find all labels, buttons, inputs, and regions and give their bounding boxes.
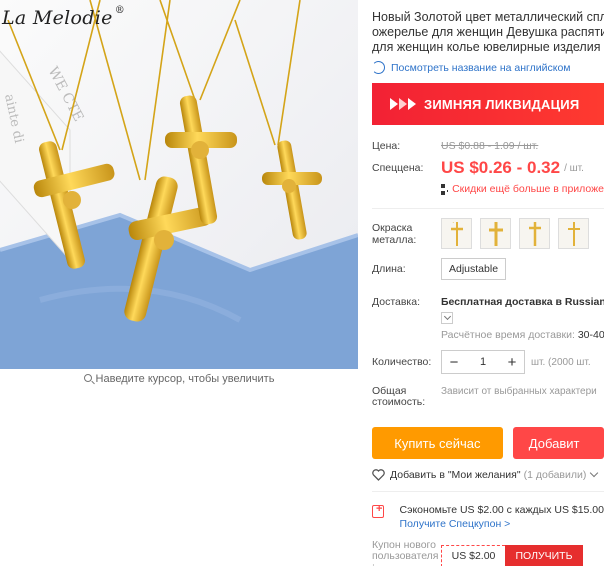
- qr-code-icon: [441, 183, 448, 195]
- zoom-hint: Наведите курсор, чтобы увеличить: [0, 373, 358, 385]
- product-photo: WE CTE ainte di: [0, 0, 358, 369]
- quantity-label: Количество:: [372, 356, 432, 368]
- wishlist-count: (1 добавили): [523, 469, 587, 481]
- original-price: US $0.88 - 1.09 / шт.: [441, 140, 539, 152]
- length-label: Длина:: [372, 263, 406, 275]
- shipping-method: Бесплатная доставка в Russian F: [441, 296, 604, 308]
- savings-text: Сэкономьте US $2.00 с каждых US $15.00: [399, 504, 604, 516]
- divider: [372, 491, 604, 492]
- quantity-input[interactable]: 1: [466, 356, 500, 368]
- color-swatch-4[interactable]: [558, 218, 589, 249]
- product-title: Новый Золотой цвет металлический спл оже…: [372, 10, 604, 54]
- add-to-wishlist-link[interactable]: Добавить в "Мои желания" (1 добавили): [372, 468, 604, 481]
- shipping-dropdown-chevron-icon[interactable]: [441, 312, 453, 324]
- quantity-increase-button[interactable]: +: [500, 354, 524, 371]
- translate-title-link[interactable]: Посмотреть название на английском: [372, 61, 604, 74]
- heart-icon: [372, 469, 385, 481]
- add-to-cart-button[interactable]: Добавит: [512, 427, 604, 459]
- total-price-value: Зависит от выбранных характери: [441, 386, 597, 397]
- length-option-adjustable[interactable]: Adjustable: [441, 258, 507, 280]
- total-price-label: Общая стоимость:: [372, 385, 426, 408]
- price-label: Цена:: [372, 140, 401, 152]
- buy-now-button[interactable]: Купить сейчас: [372, 427, 503, 459]
- new-user-coupon-label: Купон новогопользователя:: [372, 539, 439, 566]
- promo-banner-text: ЗИМНЯЯ ЛИКВИДАЦИЯ: [424, 96, 580, 112]
- color-swatch-2[interactable]: [480, 218, 511, 249]
- brand-logo: La Melodie ®: [2, 5, 125, 29]
- shipping-label: Доставка:: [372, 296, 421, 308]
- get-coupon-button[interactable]: ПОЛУЧИТЬ: [505, 545, 583, 566]
- divider: [372, 208, 604, 209]
- color-swatch-3[interactable]: [519, 218, 550, 249]
- sale-price: US $0.26 - 0.32: [441, 158, 561, 177]
- app-discount-link[interactable]: Скидки ещё больше в приложе: [441, 183, 604, 195]
- product-info-panel: Новый Золотой цвет металлический спл оже…: [372, 0, 604, 566]
- translate-icon: [372, 61, 385, 74]
- sale-price-label: Спеццена:: [372, 162, 424, 174]
- coupon-amount: US $2.00: [441, 545, 505, 566]
- shipping-time: Расчётное время доставки: 30-40: [441, 329, 604, 341]
- metal-color-label: Окраска металла:: [372, 222, 417, 246]
- price-unit: / шт.: [564, 162, 584, 174]
- color-swatch-1[interactable]: [441, 218, 472, 249]
- magnifier-icon: [83, 374, 92, 382]
- quantity-stepper: − 1 +: [441, 350, 525, 374]
- chevron-down-icon[interactable]: [590, 468, 599, 478]
- sale-arrows-icon: [390, 98, 416, 110]
- get-coupon-link[interactable]: Получите Спецкупон >: [400, 518, 604, 530]
- new-user-coupon: US $2.00 ПОЛУЧИТЬ: [441, 545, 583, 566]
- color-swatches: [441, 218, 589, 249]
- quantity-decrease-button[interactable]: −: [442, 354, 466, 371]
- product-main-image[interactable]: WE CTE ainte di La Melodie ®: [0, 0, 358, 369]
- coupon-icon: [372, 503, 384, 518]
- promo-banner[interactable]: ЗИМНЯЯ ЛИКВИДАЦИЯ: [372, 83, 604, 125]
- quantity-available-note: шт. (2000 шт.: [531, 356, 591, 368]
